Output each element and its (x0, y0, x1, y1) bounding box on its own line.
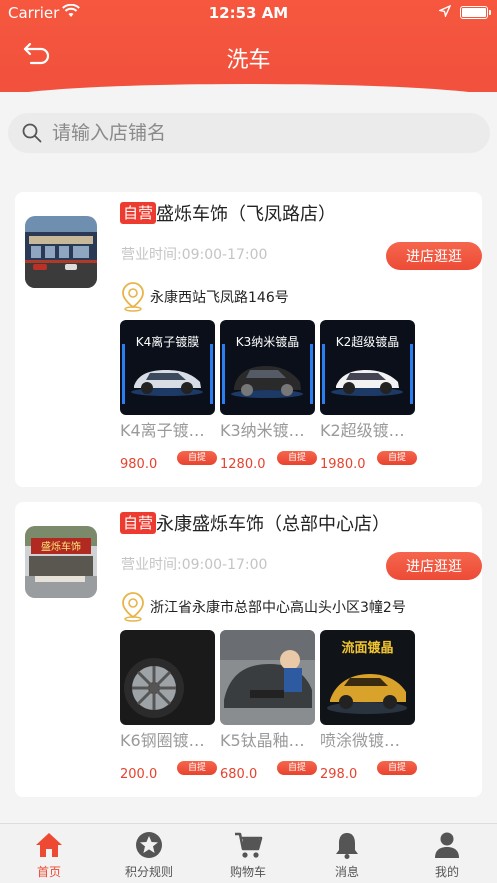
bottom-tab-bar: 首页 积分规则 购物车 消息 我的 (0, 823, 497, 883)
product-price: 680.0 (220, 767, 258, 782)
cart-icon (235, 832, 263, 858)
location-arrow-icon (439, 5, 451, 17)
store-card[interactable]: 自营 盛烁车饰（飞凤路店） 营业时间:09:00-17:00 进店逛逛 永康西站… (15, 192, 482, 487)
product-price: 200.0 (120, 767, 158, 782)
star-icon (136, 832, 162, 858)
product-image-caption: K4离子镀膜 (136, 334, 200, 349)
person-icon (435, 832, 459, 858)
tab-label: 我的 (434, 865, 459, 879)
pickup-tag: 自提 (377, 761, 417, 775)
store-address: 永康西站飞凤路146号 (150, 290, 289, 306)
product-image-caption: 流面镀晶 (341, 640, 393, 656)
tab-messages[interactable]: 消息 (312, 830, 382, 883)
business-hours: 营业时间:09:00-17:00 (121, 247, 268, 263)
product-name: K4离子镀… (120, 421, 205, 440)
search-icon (22, 123, 42, 143)
location-pin-icon (122, 592, 144, 622)
store-card[interactable]: 盛烁车饰 自营 永康盛烁车饰（总部中心店） 营业时间:09:00-17:00 进… (15, 502, 482, 797)
tab-label: 消息 (334, 865, 359, 879)
page-title: 洗车 (226, 48, 271, 73)
business-hours: 营业时间:09:00-17:00 (121, 557, 268, 573)
product-name: 喷涂微镀… (320, 731, 401, 750)
product-name: K2超级镀… (320, 421, 405, 440)
store-address: 浙江省永康市总部中心高山头小区3幢2号 (150, 600, 406, 616)
pickup-tag: 自提 (177, 451, 217, 465)
tab-label: 首页 (36, 865, 61, 879)
pickup-tag: 自提 (277, 761, 317, 775)
status-bar: Carrier 12:53 AM (0, 0, 497, 26)
product-price: 1980.0 (320, 457, 366, 472)
tab-label: 积分规则 (124, 865, 173, 879)
product-item[interactable]: K3纳米镀晶 K3纳米镀… 1280.0 自提 (220, 320, 317, 472)
product-image[interactable]: K3纳米镀晶 (220, 320, 315, 415)
product-image[interactable]: K2超级镀晶 (320, 320, 415, 415)
storefront-sign: 盛烁车饰 (41, 540, 81, 553)
tab-cart[interactable]: 购物车 (213, 830, 283, 883)
product-image[interactable] (120, 630, 215, 725)
tab-points-rules[interactable]: 积分规则 (114, 830, 184, 883)
product-item[interactable]: 流面镀晶 喷涂微镀… 298.0 自提 (320, 630, 417, 782)
tab-profile[interactable]: 我的 (412, 830, 482, 883)
enter-store-button[interactable]: 进店逛逛 (386, 552, 482, 580)
search-input[interactable] (52, 113, 472, 153)
product-price: 298.0 (320, 767, 358, 782)
store-name[interactable]: 永康盛烁车饰（总部中心店） (156, 510, 390, 536)
nav-header: Carrier 12:53 AM 洗车 (0, 0, 497, 102)
product-image[interactable]: K4离子镀膜 (120, 320, 215, 415)
pickup-tag: 自提 (277, 451, 317, 465)
product-item[interactable]: K5钛晶釉… 680.0 自提 (220, 630, 317, 782)
product-item[interactable]: K2超级镀晶 K2超级镀… 1980.0 自提 (320, 320, 417, 472)
location-pin-icon (122, 282, 144, 312)
search-bar (8, 113, 490, 153)
product-image-caption: K3纳米镀晶 (236, 335, 300, 349)
product-image[interactable]: 流面镀晶 (320, 630, 415, 725)
home-icon (36, 833, 62, 857)
self-operated-badge: 自营 (120, 202, 157, 224)
store-thumbnail[interactable]: 盛烁车饰 (25, 526, 97, 598)
product-item[interactable]: K6钢圈镀… 200.0 自提 (120, 630, 217, 782)
tab-home[interactable]: 首页 (14, 830, 84, 883)
product-name: K5钛晶釉… (220, 731, 305, 750)
product-name: K6钢圈镀… (120, 731, 205, 750)
pickup-tag: 自提 (377, 451, 417, 465)
product-price: 1280.0 (220, 457, 266, 472)
product-name: K3纳米镀… (220, 421, 305, 440)
product-image[interactable] (220, 630, 315, 725)
pickup-tag: 自提 (177, 761, 217, 775)
product-price: 980.0 (120, 457, 158, 472)
self-operated-badge: 自营 (120, 512, 157, 534)
store-thumbnail[interactable] (25, 216, 97, 288)
clock: 12:53 AM (208, 4, 289, 22)
product-image-caption: K2超级镀晶 (336, 334, 400, 349)
tab-label: 购物车 (229, 865, 266, 879)
battery-icon (460, 6, 491, 19)
bell-icon (336, 833, 358, 859)
product-item[interactable]: K4离子镀膜 K4离子镀… 980.0 自提 (120, 320, 217, 472)
enter-store-button[interactable]: 进店逛逛 (386, 242, 482, 270)
store-name[interactable]: 盛烁车饰（飞凤路店） (156, 200, 336, 226)
